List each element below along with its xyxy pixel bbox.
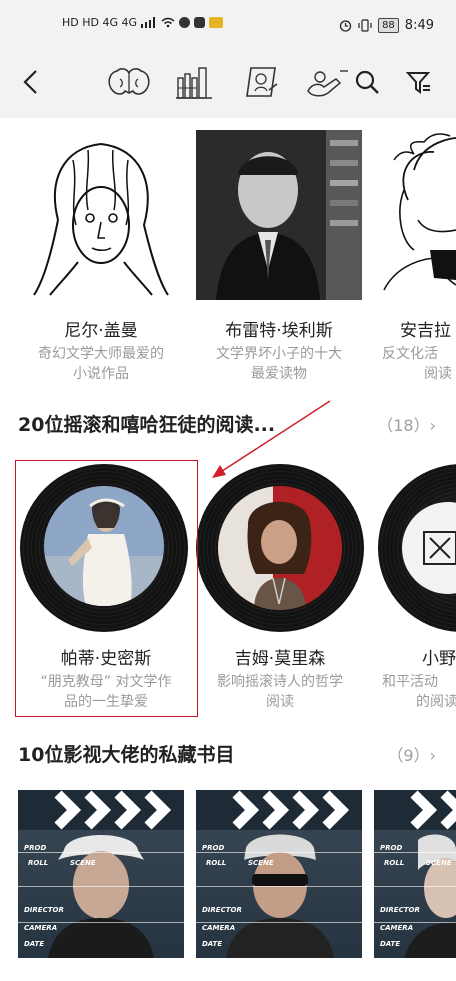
- magnifier-person-icon: [307, 70, 348, 97]
- alarm-icon: [339, 20, 352, 32]
- board-label-date: DATE: [202, 940, 223, 948]
- film-card[interactable]: PROD ROLL SCENE DIRECTOR CAMERA DATE: [196, 790, 362, 958]
- author-desc-line1: 文学界坏小子的十大: [216, 346, 342, 362]
- author-portrait: [18, 130, 184, 300]
- board-label-camera: CAMERA: [24, 924, 58, 932]
- record-label: [218, 486, 342, 610]
- author-desc-line2: 小说作品: [73, 366, 129, 382]
- author-desc-line2: 最爱读物: [251, 366, 307, 382]
- back-arrow-icon: [23, 70, 37, 94]
- record-logo-icon: [423, 531, 456, 565]
- author-card-angela[interactable]: 安吉拉 反文化活 阅读: [374, 130, 456, 384]
- network-label: HD HD 4G 4G: [62, 16, 138, 29]
- board-label-roll: ROLL: [206, 859, 227, 867]
- board-label-camera: CAMERA: [380, 924, 414, 932]
- musician-desc-line1: 影响摇滚诗人的哲学: [217, 674, 343, 690]
- author-desc-line1: 奇幻文学大师最爱的: [38, 346, 164, 362]
- app-notification-icon: [179, 17, 191, 28]
- musician-name: 小野: [422, 649, 456, 669]
- board-label-director: DIRECTOR: [24, 906, 64, 914]
- film-section-count: （9）: [387, 746, 430, 765]
- wifi-icon: [161, 17, 175, 28]
- board-label-scene: SCENE: [248, 859, 274, 867]
- musician-name: 吉姆·莫里森: [234, 649, 326, 669]
- game-notification-icon: [209, 17, 224, 28]
- rock-section-count: （18）: [377, 416, 430, 435]
- film-section-title[interactable]: 10位影视大佬的私藏书目: [18, 740, 234, 767]
- battery-level: 88: [378, 18, 399, 33]
- musician-photo: [218, 486, 342, 610]
- author-portrait: [383, 133, 456, 291]
- shield-notification-icon: [194, 17, 206, 28]
- chevron-right-icon: ›: [429, 416, 436, 435]
- status-bar: HD HD 4G 4G 88 8:49: [0, 0, 456, 50]
- signal-icon: [141, 17, 156, 28]
- filter-button[interactable]: [402, 64, 436, 100]
- back-button[interactable]: [14, 64, 48, 100]
- board-label-roll: ROLL: [28, 859, 49, 867]
- search-button[interactable]: [352, 64, 382, 100]
- author-name: 安吉拉: [400, 321, 451, 341]
- board-label-director: DIRECTOR: [202, 906, 242, 914]
- sketch-icon: [246, 67, 278, 97]
- author-desc-line1: 反文化活: [382, 346, 438, 362]
- author-desc-line2: 阅读: [424, 366, 452, 382]
- network-status: HD HD 4G 4G: [62, 16, 224, 29]
- film-card[interactable]: PROD ROLL SCENE DIRECTOR CAMERA DATE: [374, 790, 456, 958]
- bookshelf-button[interactable]: [174, 64, 214, 100]
- rock-section-more[interactable]: （18）›: [377, 412, 436, 436]
- chevron-right-icon: ›: [429, 746, 436, 765]
- board-label-scene: SCENE: [70, 859, 96, 867]
- authors-row: 尼尔·盖曼 奇幻文学大师最爱的 小说作品 布雷特·埃利斯 文学界坏小子的十大 最…: [0, 130, 456, 390]
- film-section-more[interactable]: （9）›: [387, 742, 436, 766]
- film-card[interactable]: PROD ROLL SCENE DIRECTOR CAMERA DATE: [18, 790, 184, 958]
- author-portrait: [196, 130, 362, 300]
- board-label-date: DATE: [380, 940, 401, 948]
- board-label-camera: CAMERA: [202, 924, 236, 932]
- top-toolbar: [0, 50, 456, 118]
- vibrate-icon: [358, 19, 372, 32]
- search-icon: [355, 70, 379, 94]
- clapper-stripes: [18, 790, 184, 830]
- reader-discover-button[interactable]: [306, 64, 350, 100]
- brain-icon: [108, 68, 150, 95]
- clapper-stripes: [374, 790, 456, 830]
- system-status: 88 8:49: [339, 18, 434, 33]
- brain-button[interactable]: [104, 64, 154, 100]
- board-label-scene: SCENE: [426, 859, 452, 867]
- author-card-neil-gaiman[interactable]: 尼尔·盖曼 奇幻文学大师最爱的 小说作品: [18, 130, 184, 384]
- film-row: PROD ROLL SCENE DIRECTOR CAMERA DATE PRO…: [0, 790, 456, 981]
- board-label-prod: PROD: [202, 844, 225, 852]
- vinyl-record: [196, 464, 364, 632]
- board-label-director: DIRECTOR: [380, 906, 420, 914]
- musician-desc-line1: 和平活动: [382, 674, 438, 690]
- author-card-bret-ellis[interactable]: 布雷特·埃利斯 文学界坏小子的十大 最爱读物: [196, 130, 362, 384]
- highlight-box: [15, 460, 198, 717]
- author-name: 尼尔·盖曼: [64, 321, 138, 341]
- author-name: 布雷特·埃利斯: [225, 321, 333, 341]
- board-label-date: DATE: [24, 940, 45, 948]
- musician-desc-line2: 阅读: [266, 694, 294, 710]
- musician-desc-line2: 的阅读: [416, 694, 456, 710]
- filter-icon: [406, 72, 431, 94]
- board-label-roll: ROLL: [384, 859, 405, 867]
- musician-card-jim-morrison[interactable]: 吉姆·莫里森 影响摇滚诗人的哲学 阅读: [196, 462, 364, 712]
- board-label-prod: PROD: [24, 844, 47, 852]
- vinyl-record: [378, 464, 456, 632]
- clock: 8:49: [404, 18, 434, 33]
- board-label-prod: PROD: [380, 844, 403, 852]
- musician-card-yoko[interactable]: 小野 和平活动 的阅读: [374, 462, 456, 712]
- bookshelf-icon: [176, 67, 212, 99]
- clapper-stripes: [196, 790, 362, 830]
- sketch-button[interactable]: [240, 64, 282, 100]
